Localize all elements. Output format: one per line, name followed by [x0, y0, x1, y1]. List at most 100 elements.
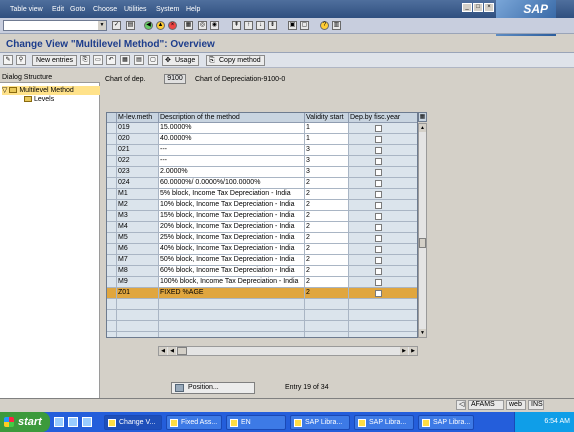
display-change-icon[interactable]: ✎: [3, 55, 13, 65]
find-icon[interactable]: ◎: [198, 21, 207, 30]
cell-description[interactable]: 60% block, Income Tax Depreciation - Ind…: [159, 266, 305, 277]
cell-validity[interactable]: 2: [305, 288, 349, 299]
scroll-right-icon[interactable]: ▶: [409, 347, 417, 355]
cancel-icon[interactable]: ×: [168, 21, 177, 30]
cell-validity[interactable]: 2: [305, 211, 349, 222]
horizontal-scrollbar[interactable]: ◀ ◀ ▶ ▶: [158, 346, 418, 356]
cell-validity[interactable]: 2: [305, 277, 349, 288]
cell-description[interactable]: 50% block, Income Tax Depreciation - Ind…: [159, 255, 305, 266]
row-selector[interactable]: [107, 233, 117, 244]
empty-cell[interactable]: [107, 321, 117, 332]
task-sap-library-3[interactable]: SAP Libra...: [418, 415, 474, 430]
table-row[interactable]: M4 20% block, Income Tax Depreciation - I…: [107, 222, 417, 233]
table-row[interactable]: 020 40.0000% 1: [107, 134, 417, 145]
layout-menu-icon[interactable]: ▥: [332, 21, 341, 30]
menu-table-view[interactable]: Table view: [10, 6, 43, 13]
first-page-icon[interactable]: ⇞: [232, 21, 241, 30]
empty-cell[interactable]: [159, 332, 305, 337]
row-selector[interactable]: [107, 134, 117, 145]
empty-cell[interactable]: [117, 321, 159, 332]
dep-by-fisc-year-checkbox[interactable]: [375, 147, 382, 154]
cell-description[interactable]: 5% block, Income Tax Depreciation - Indi…: [159, 189, 305, 200]
row-selector[interactable]: [107, 266, 117, 277]
position-button[interactable]: Position...: [171, 382, 255, 394]
empty-cell[interactable]: [305, 310, 349, 321]
empty-cell[interactable]: [117, 332, 159, 337]
dep-by-fisc-year-checkbox[interactable]: [375, 180, 382, 187]
menu-choose[interactable]: Choose: [93, 6, 117, 13]
row-selector[interactable]: [107, 277, 117, 288]
cell-description[interactable]: 40% block, Income Tax Depreciation - Ind…: [159, 244, 305, 255]
row-selector[interactable]: [107, 200, 117, 211]
table-row[interactable]: 019 15.0000% 1: [107, 123, 417, 134]
row-selector[interactable]: [107, 145, 117, 156]
empty-cell[interactable]: [107, 299, 117, 310]
cell-validity[interactable]: 2: [305, 244, 349, 255]
deselect-all-icon[interactable]: ▢: [148, 55, 158, 65]
empty-cell[interactable]: [107, 310, 117, 321]
row-selector[interactable]: [107, 255, 117, 266]
table-row[interactable]: 021 --- 3: [107, 145, 417, 156]
dep-by-fisc-year-checkbox[interactable]: [375, 290, 382, 297]
table-row[interactable]: M5 25% block, Income Tax Depreciation - I…: [107, 233, 417, 244]
row-selector[interactable]: [107, 123, 117, 134]
command-dropdown-icon[interactable]: ▼: [98, 21, 106, 30]
empty-cell[interactable]: [349, 332, 417, 337]
minimize-button[interactable]: _: [462, 3, 472, 12]
row-selector[interactable]: [107, 178, 117, 189]
table-row[interactable]: M7 50% block, Income Tax Depreciation - I…: [107, 255, 417, 266]
cell-description[interactable]: 15.0000%: [159, 123, 305, 134]
shortcut-icon[interactable]: ▢: [300, 21, 309, 30]
menu-edit[interactable]: Edit: [52, 6, 64, 13]
scroll-right-page-icon[interactable]: ▶: [400, 347, 408, 355]
quicklaunch-ie-icon[interactable]: [54, 417, 64, 427]
command-field[interactable]: ▼: [3, 20, 107, 31]
vertical-scrollbar[interactable]: ▲ ▼: [418, 123, 427, 338]
cell-validity[interactable]: 3: [305, 156, 349, 167]
cell-description[interactable]: ---: [159, 156, 305, 167]
dep-by-fisc-year-checkbox[interactable]: [375, 257, 382, 264]
row-selector[interactable]: [107, 288, 117, 299]
scroll-up-icon[interactable]: ▲: [419, 124, 426, 132]
column-header-dep-fisc[interactable]: Dep.by fisc.year: [349, 113, 417, 123]
dep-by-fisc-year-checkbox[interactable]: [375, 268, 382, 275]
cell-validity[interactable]: 2: [305, 233, 349, 244]
row-selector[interactable]: [107, 167, 117, 178]
maximize-button[interactable]: □: [473, 3, 483, 12]
cell-validity[interactable]: 2: [305, 255, 349, 266]
row-selector-header[interactable]: [107, 113, 117, 123]
other-view-icon[interactable]: ⚲: [16, 55, 26, 65]
empty-cell[interactable]: [107, 332, 117, 337]
empty-cell[interactable]: [159, 299, 305, 310]
new-entries-button[interactable]: New entries: [32, 55, 77, 66]
cell-description[interactable]: ---: [159, 145, 305, 156]
empty-cell[interactable]: [305, 299, 349, 310]
print-icon[interactable]: ▦: [184, 21, 193, 30]
next-page-icon[interactable]: ↓: [256, 21, 265, 30]
column-header-validity[interactable]: Validity start: [305, 113, 349, 123]
previous-page-icon[interactable]: ↑: [244, 21, 253, 30]
row-selector[interactable]: [107, 189, 117, 200]
dep-by-fisc-year-checkbox[interactable]: [375, 136, 382, 143]
table-settings-icon[interactable]: ▦: [418, 112, 427, 122]
scroll-down-icon[interactable]: ▼: [419, 329, 426, 337]
menu-help[interactable]: Help: [186, 6, 200, 13]
table-row[interactable]: 023 2.0000% 3: [107, 167, 417, 178]
table-row[interactable]: M9 100% block, Income Tax Depreciation - …: [107, 277, 417, 288]
cell-validity[interactable]: 2: [305, 189, 349, 200]
scroll-left-page-icon[interactable]: ◀: [168, 347, 176, 355]
empty-table-row[interactable]: [107, 332, 417, 337]
table-row[interactable]: 022 --- 3: [107, 156, 417, 167]
undo-change-icon[interactable]: ↶: [106, 55, 116, 65]
cell-description[interactable]: 100% block, Income Tax Depreciation - In…: [159, 277, 305, 288]
back-icon[interactable]: ◀: [144, 21, 153, 30]
empty-cell[interactable]: [305, 332, 349, 337]
menu-system[interactable]: System: [156, 6, 179, 13]
delete-icon[interactable]: ▭: [93, 55, 103, 65]
dep-by-fisc-year-checkbox[interactable]: [375, 169, 382, 176]
cell-description[interactable]: 15% block, Income Tax Depreciation - Ind…: [159, 211, 305, 222]
task-en[interactable]: EN: [226, 415, 286, 430]
cell-description[interactable]: FIXED %AGE: [159, 288, 305, 299]
empty-cell[interactable]: [159, 321, 305, 332]
quicklaunch-desktop-icon[interactable]: [82, 417, 92, 427]
